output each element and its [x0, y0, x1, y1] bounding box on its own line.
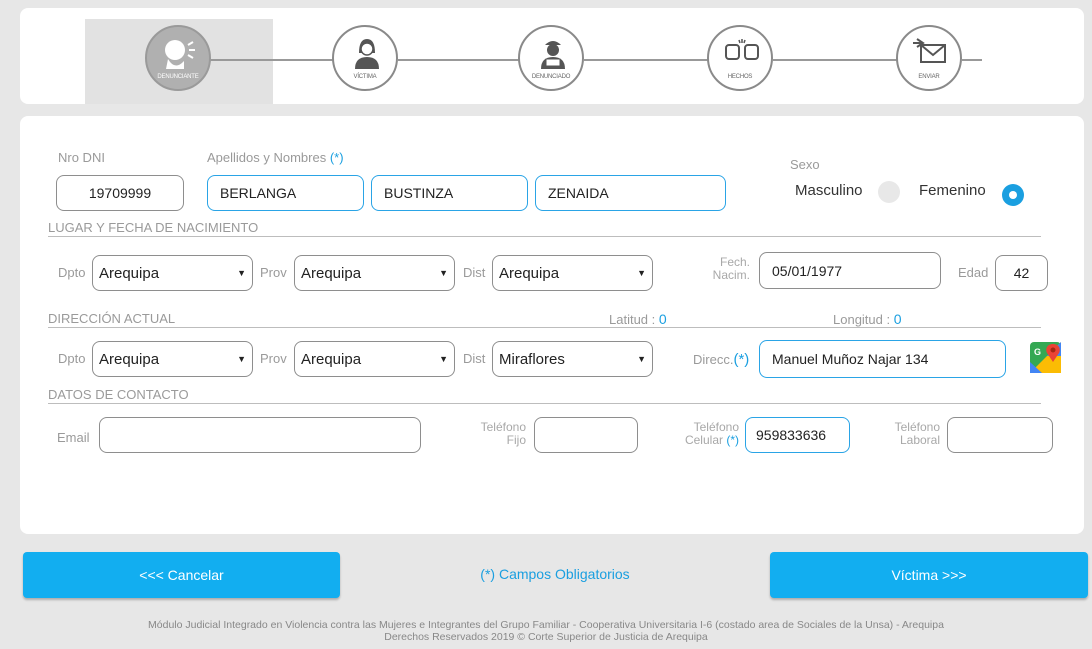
- addr-dpto-select[interactable]: Arequipa ▼: [92, 341, 253, 377]
- wizard-steps: DENUNCIANTE VÍCTIMA DENUNCIADO HECHOS EN…: [20, 8, 1084, 104]
- direccion-label: Direcc.(*): [693, 351, 750, 368]
- svg-text:G: G: [1034, 347, 1041, 357]
- dropdown-arrow-icon: ▼: [237, 268, 246, 278]
- step-denunciante[interactable]: DENUNCIANTE: [145, 25, 211, 91]
- selected-value: Arequipa: [99, 264, 160, 282]
- step-label: DENUNCIADO: [531, 74, 571, 80]
- step-connector: [584, 59, 710, 61]
- dropdown-arrow-icon: ▼: [637, 268, 646, 278]
- prisoner-icon: [541, 41, 565, 69]
- selected-value: Arequipa: [499, 264, 560, 282]
- birth-dpto-select[interactable]: Arequipa ▼: [92, 255, 253, 291]
- fecha-nacimiento-label: Fech. Nacim.: [712, 255, 750, 282]
- birth-dpto-label: Dpto: [58, 265, 86, 280]
- longitud-label: Longitud : 0: [833, 311, 902, 327]
- victima-next-button[interactable]: Víctima >>>: [770, 552, 1088, 598]
- step-label: ENVIAR: [918, 74, 940, 80]
- dni-label: Nro DNI: [58, 150, 105, 165]
- latitud-label: Latitud : 0: [609, 311, 667, 327]
- selected-value: Arequipa: [301, 264, 362, 282]
- dropdown-arrow-icon: ▼: [237, 354, 246, 364]
- masculino-radio[interactable]: [878, 181, 900, 203]
- woman-icon: [355, 39, 379, 69]
- addr-dist-select[interactable]: Miraflores ▼: [492, 341, 653, 377]
- addr-dist-label: Dist: [463, 351, 486, 366]
- apellido-paterno-input[interactable]: BERLANGA: [207, 175, 364, 211]
- femenino-label: Femenino: [919, 182, 986, 199]
- telefono-fijo-input[interactable]: [534, 417, 638, 453]
- send-mail-icon: [913, 38, 946, 63]
- footer-line-2: Derechos Reservados 2019 © Corte Superio…: [384, 631, 708, 643]
- direccion-input[interactable]: Manuel Muñoz Najar 134: [759, 340, 1006, 378]
- telefono-laboral-label: Teléfono Laboral: [894, 420, 940, 447]
- cancel-button[interactable]: <<< Cancelar: [23, 552, 340, 598]
- step-denunciado[interactable]: DENUNCIADO: [518, 25, 584, 91]
- telefono-fijo-label: Teléfono Fijo: [480, 420, 526, 447]
- step-victima[interactable]: VÍCTIMA: [332, 25, 398, 91]
- selected-value: Miraflores: [499, 350, 565, 368]
- step-hechos[interactable]: HECHOS: [707, 25, 773, 91]
- edad-input[interactable]: 42: [995, 255, 1048, 291]
- nombres-input[interactable]: ZENAIDA: [535, 175, 726, 211]
- fecha-nacimiento-input[interactable]: 05/01/1977: [759, 252, 941, 289]
- section-title: DIRECCIÓN ACTUAL: [48, 311, 176, 326]
- section-lugar-fecha-nacimiento: LUGAR Y FECHA DE NACIMIENTO: [48, 220, 1041, 237]
- addr-dpto-label: Dpto: [58, 351, 86, 366]
- footer-line-1: Módulo Judicial Integrado en Violencia c…: [148, 619, 944, 631]
- step-enviar[interactable]: ENVIAR: [896, 25, 962, 91]
- birth-dist-select[interactable]: Arequipa ▼: [492, 255, 653, 291]
- step-connector: [398, 59, 521, 61]
- email-label: Email: [57, 430, 90, 445]
- section-datos-contacto: DATOS DE CONTACTO: [48, 387, 1041, 404]
- telefono-celular-label: Teléfono Celular (*): [684, 420, 739, 447]
- step-label: HECHOS: [727, 74, 753, 80]
- step-label: VÍCTIMA: [353, 74, 377, 80]
- email-input[interactable]: [99, 417, 421, 453]
- femenino-radio[interactable]: [1002, 184, 1024, 206]
- birth-dist-label: Dist: [463, 265, 486, 280]
- names-label: Apellidos y Nombres (*): [207, 150, 344, 165]
- required-fields-note: (*) Campos Obligatorios: [480, 566, 630, 582]
- masculino-label: Masculino: [795, 182, 863, 199]
- sexo-label: Sexo: [790, 157, 820, 172]
- telefono-celular-input[interactable]: 959833636: [745, 417, 850, 453]
- google-maps-icon[interactable]: G: [1030, 342, 1061, 373]
- selected-value: Arequipa: [99, 350, 160, 368]
- section-direccion-actual: DIRECCIÓN ACTUAL Latitud : 0 Longitud : …: [48, 311, 1041, 328]
- birth-prov-label: Prov: [260, 265, 287, 280]
- fists-clash-icon: [725, 39, 759, 60]
- telefono-laboral-input[interactable]: [947, 417, 1053, 453]
- speaking-person-icon: [165, 40, 195, 69]
- birth-prov-select[interactable]: Arequipa ▼: [294, 255, 455, 291]
- dropdown-arrow-icon: ▼: [439, 268, 448, 278]
- edad-label: Edad: [958, 265, 989, 280]
- dropdown-arrow-icon: ▼: [439, 354, 448, 364]
- selected-value: Arequipa: [301, 350, 362, 368]
- dropdown-arrow-icon: ▼: [637, 354, 646, 364]
- addr-prov-select[interactable]: Arequipa ▼: [294, 341, 455, 377]
- dni-input[interactable]: 19709999: [56, 175, 184, 211]
- step-connector: [773, 59, 899, 61]
- addr-prov-label: Prov: [260, 351, 287, 366]
- step-label: DENUNCIANTE: [157, 74, 199, 80]
- step-connector: [200, 59, 335, 61]
- step-connector: [962, 59, 982, 61]
- apellido-materno-input[interactable]: BUSTINZA: [371, 175, 528, 211]
